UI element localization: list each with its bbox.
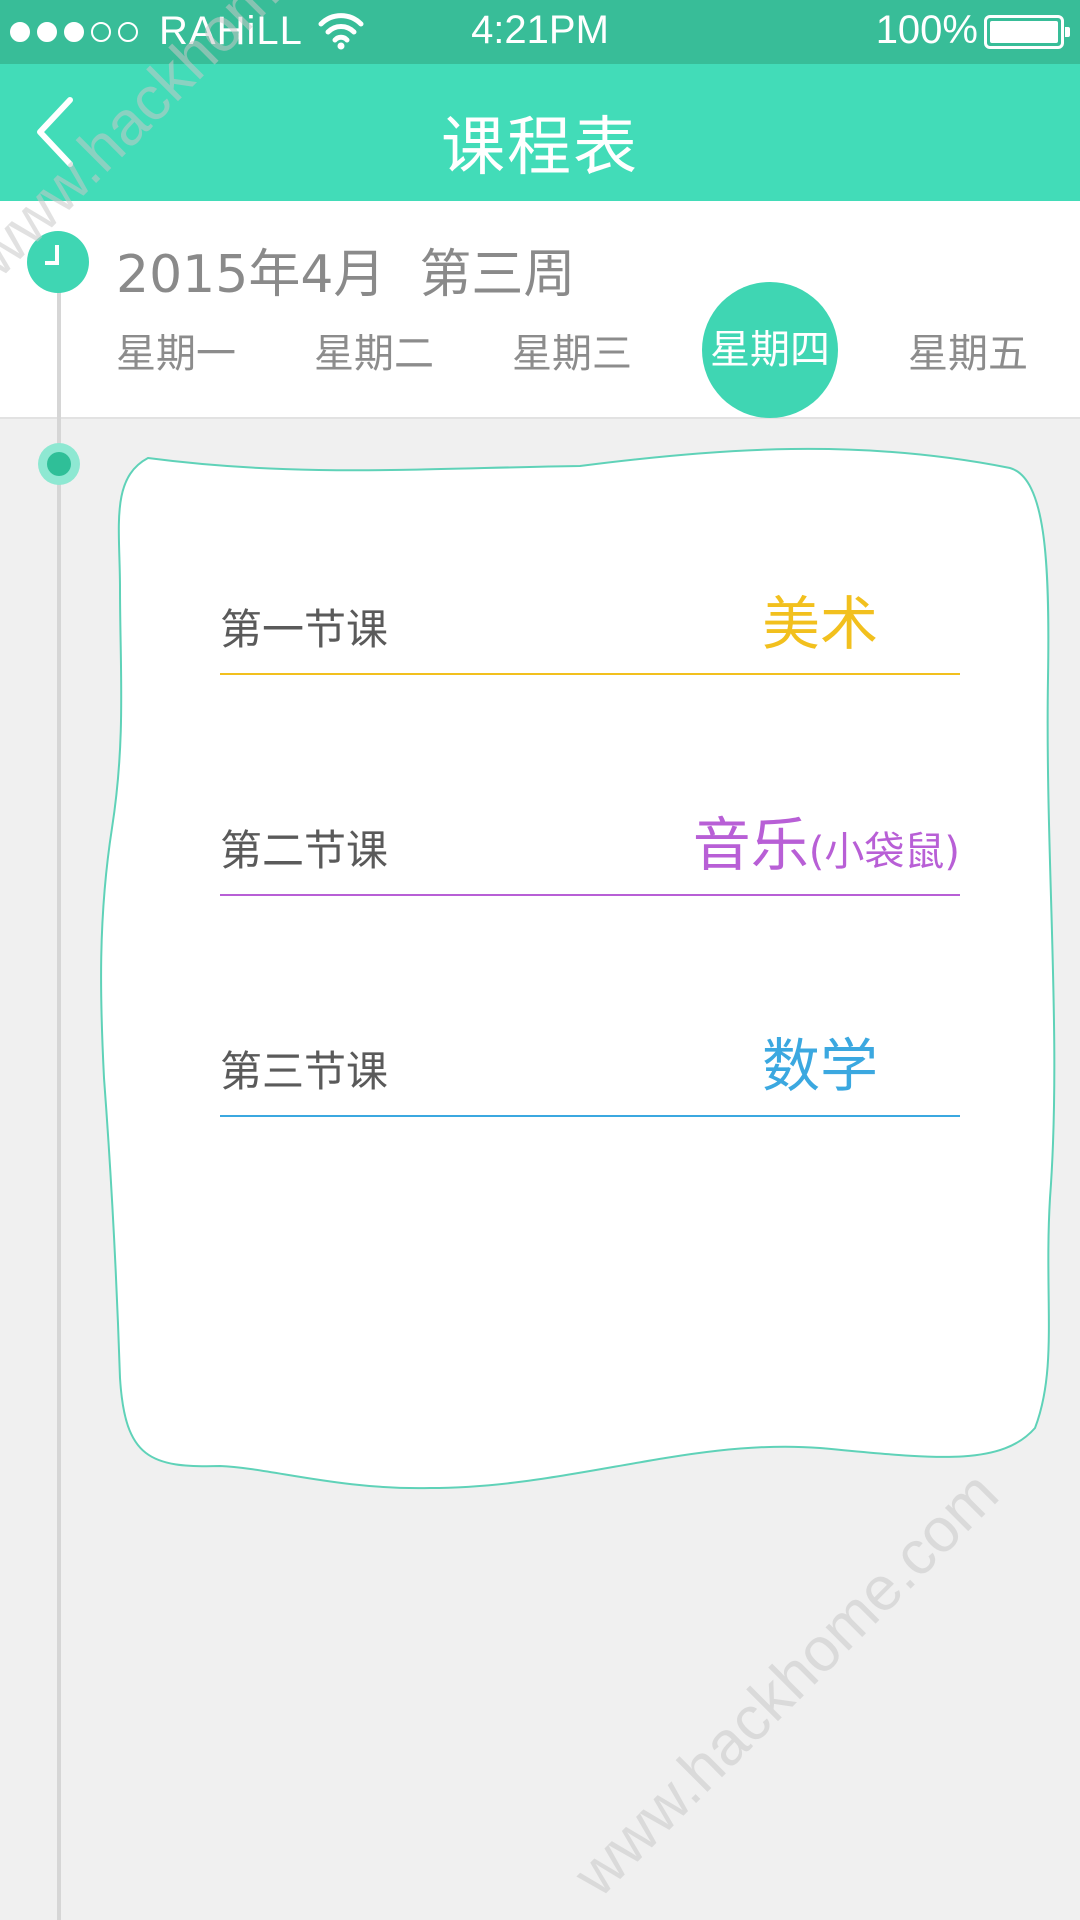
subject-name: 音乐	[692, 811, 809, 879]
timeline-node	[38, 443, 80, 485]
subject-note: (小袋鼠)	[808, 829, 960, 875]
lesson-label: 第一节课	[220, 605, 389, 654]
lesson-row[interactable]: 第二节课 音乐(小袋鼠)	[220, 806, 960, 896]
tab-monday[interactable]: 星期一	[106, 324, 246, 384]
lesson-underline	[220, 1115, 960, 1117]
page-title: 课程表	[441, 111, 639, 185]
status-bar: RAHiLL 4:21PM 100%	[0, 0, 1080, 64]
subject-name: 美术	[761, 590, 878, 658]
watermark-text: www.hackhome.com	[560, 1458, 1012, 1910]
timeline-line	[57, 270, 61, 1920]
tab-wednesday[interactable]: 星期三	[502, 324, 642, 384]
tab-friday[interactable]: 星期五	[898, 324, 1038, 384]
battery-icon	[984, 15, 1070, 49]
date-label: 2015年4月 第三周	[116, 232, 575, 307]
month-label: 2015年4月	[116, 245, 386, 305]
nav-bar: 课程表	[0, 64, 1080, 201]
lesson-label: 第二节课	[220, 826, 389, 875]
subject-name: 数学	[761, 1032, 878, 1100]
tab-tuesday[interactable]: 星期二	[304, 324, 444, 384]
clock-icon	[27, 231, 89, 293]
lesson-subject: 数学	[762, 1019, 878, 1103]
lesson-row[interactable]: 第一节课 美术	[220, 585, 960, 675]
week-label: 第三周	[419, 245, 576, 305]
battery-percent: 100%	[875, 8, 978, 52]
lesson-row[interactable]: 第三节课 数学	[220, 1027, 960, 1117]
tab-thursday[interactable]: 星期四	[702, 282, 838, 418]
schedule-screen: RAHiLL 4:21PM 100% 课程表 2015年4月 第三周 星期一 星期…	[0, 0, 1080, 1920]
lesson-underline	[220, 894, 960, 896]
lesson-subject: 美术	[762, 577, 878, 661]
lesson-subject: 音乐(小袋鼠)	[693, 798, 960, 882]
lesson-label: 第三节课	[220, 1047, 389, 1096]
lesson-underline	[220, 673, 960, 675]
